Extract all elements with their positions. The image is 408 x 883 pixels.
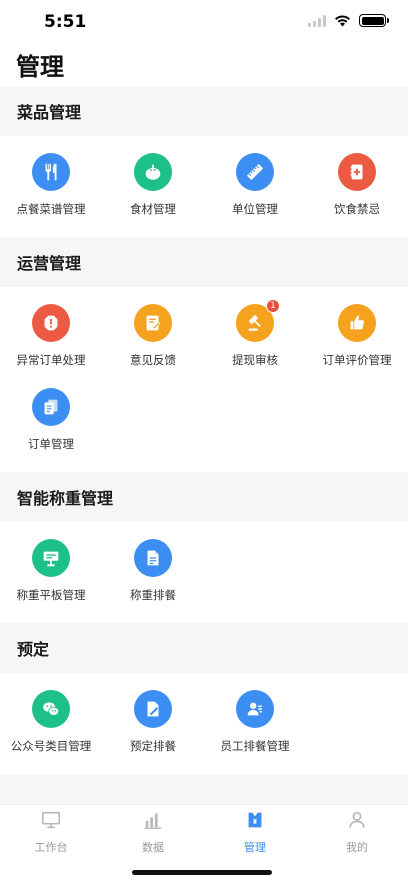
tab-label: 管理 — [244, 841, 266, 854]
tile-menu-recipe[interactable]: 点餐菜谱管理 — [0, 153, 102, 237]
tile-label: 公众号类目管理 — [10, 739, 92, 753]
section-title-next — [0, 774, 408, 804]
section-title-reservation: 预定 — [0, 623, 408, 673]
tile-units[interactable]: 单位管理 — [204, 153, 306, 237]
tab-label: 工作台 — [34, 841, 68, 854]
section-title-operations-management: 运营管理 — [0, 237, 408, 287]
tile-label: 食材管理 — [130, 202, 176, 216]
cellular-signal-icon — [308, 14, 326, 27]
notification-badge: 1 — [266, 299, 280, 313]
tile-order-reviews[interactable]: 订单评价管理 — [306, 304, 408, 388]
tile-order-management[interactable]: 订单管理 — [0, 388, 102, 472]
tab-label: 数据 — [142, 841, 164, 854]
tile-dietary-taboos[interactable]: 饮食禁忌 — [306, 153, 408, 237]
tile-label: 提现审核 — [232, 353, 278, 367]
bar-chart-icon — [144, 813, 162, 829]
employee-icon — [236, 690, 274, 728]
person-icon — [349, 811, 365, 828]
feedback-icon — [134, 304, 172, 342]
page-title: 管理 — [16, 53, 64, 81]
gavel-icon: 1 — [236, 299, 280, 342]
tile-label: 预定排餐 — [130, 739, 176, 753]
tile-label: 称重平板管理 — [16, 588, 86, 602]
section-operations-management: 异常订单处理 意见反馈 1 提现审核 订单评价管理 订单管理 — [0, 287, 408, 472]
home-indicator — [132, 870, 272, 875]
tile-abnormal-orders[interactable]: 异常订单处理 — [0, 304, 102, 388]
tab-label: 我的 — [346, 841, 368, 854]
tile-feedback[interactable]: 意见反馈 — [102, 304, 204, 388]
section-title-smart-weighing: 智能称重管理 — [0, 472, 408, 522]
tile-label: 异常订单处理 — [16, 353, 86, 367]
tile-label: 员工排餐管理 — [220, 739, 290, 753]
tile-official-account-categories[interactable]: 公众号类目管理 — [0, 690, 102, 774]
tile-label: 订单管理 — [28, 437, 74, 451]
tile-label: 订单评价管理 — [322, 353, 392, 367]
management-content[interactable]: 菜品管理 点餐菜谱管理 食材管理 单位管理 饮食禁忌 运营管理 异常订单处理 意… — [0, 86, 408, 804]
wifi-icon — [335, 15, 350, 27]
ruler-icon — [236, 153, 274, 191]
tile-weighing-meal-plan[interactable]: 称重排餐 — [102, 539, 204, 623]
section-smart-weighing: 称重平板管理 称重排餐 — [0, 522, 408, 623]
edit-document-icon — [134, 690, 172, 728]
section-dish-management: 点餐菜谱管理 食材管理 单位管理 饮食禁忌 — [0, 136, 408, 237]
tab-data[interactable]: 数据 — [102, 809, 204, 855]
status-icons — [308, 14, 389, 27]
document-icon — [134, 539, 172, 577]
thumbs-up-icon — [338, 304, 376, 342]
fork-knife-icon — [32, 153, 70, 191]
status-time: 5:51 — [44, 12, 87, 32]
monitor-icon — [41, 811, 61, 829]
manage-icon — [248, 812, 262, 828]
status-bar: 5:51 — [0, 0, 408, 44]
wechat-icon — [32, 690, 70, 728]
section-title-dish-management: 菜品管理 — [0, 86, 408, 136]
tile-reservation-meal-plan[interactable]: 预定排餐 — [102, 690, 204, 774]
medical-book-icon — [338, 153, 376, 191]
tab-mine[interactable]: 我的 — [306, 809, 408, 855]
tile-label: 饮食禁忌 — [334, 202, 380, 216]
battery-icon — [359, 14, 389, 27]
alert-icon — [32, 304, 70, 342]
section-reservation: 公众号类目管理 预定排餐 员工排餐管理 — [0, 673, 408, 774]
tile-label: 点餐菜谱管理 — [16, 202, 86, 216]
tile-label: 单位管理 — [232, 202, 278, 216]
tile-withdrawal-review[interactable]: 1 提现审核 — [204, 299, 306, 388]
documents-icon — [32, 388, 70, 426]
tomato-icon — [134, 153, 172, 191]
tile-employee-meal-plan[interactable]: 员工排餐管理 — [204, 690, 306, 774]
tile-weighing-tablets[interactable]: 称重平板管理 — [0, 539, 102, 623]
tile-label: 称重排餐 — [130, 588, 176, 602]
tile-label: 意见反馈 — [130, 353, 176, 367]
tab-management[interactable]: 管理 — [204, 809, 306, 855]
tile-ingredients[interactable]: 食材管理 — [102, 153, 204, 237]
tablet-stand-icon — [32, 539, 70, 577]
tab-workbench[interactable]: 工作台 — [0, 809, 102, 855]
